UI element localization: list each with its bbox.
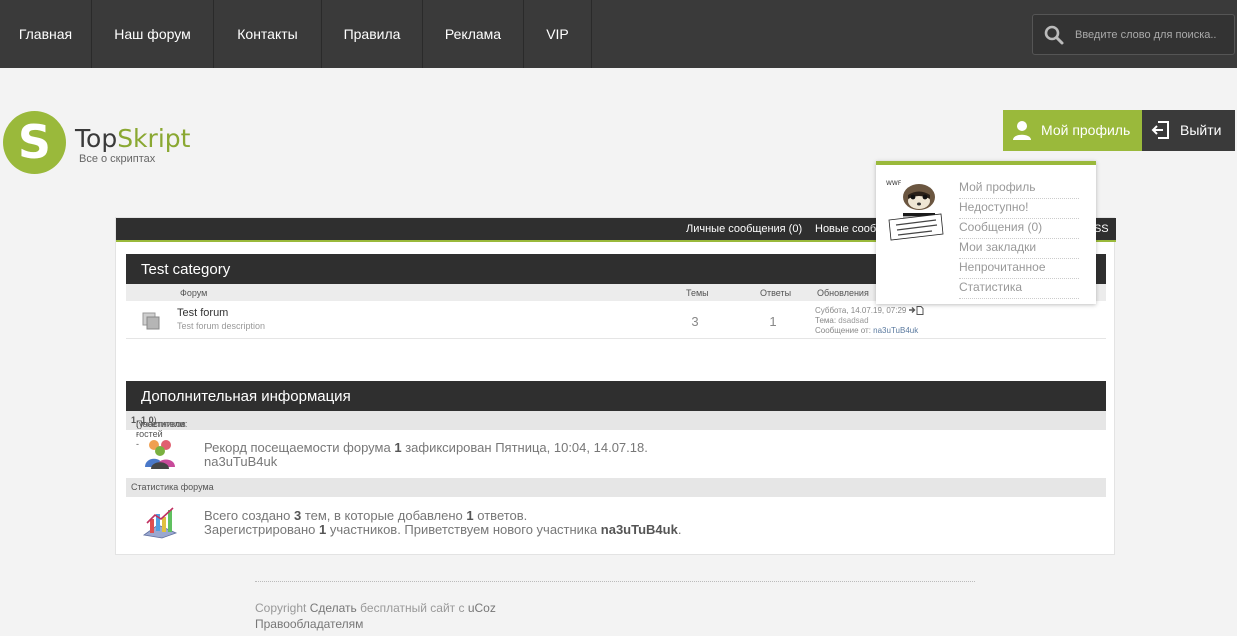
forum-topics-count: 3 (691, 314, 699, 329)
dropdown-unavailable[interactable]: Недоступно! (959, 199, 1079, 219)
last-topic-label: Тема: (815, 316, 837, 325)
info-title: Дополнительная информация (141, 388, 351, 405)
footer-rights: Правообладателям (255, 617, 363, 631)
logo-icon[interactable]: S (3, 111, 66, 174)
info-header: Дополнительная информация (126, 381, 1106, 411)
column-topics: Темы (686, 288, 709, 298)
last-topic-link[interactable]: dsadsad (838, 316, 868, 325)
column-forum: Форум (180, 288, 208, 298)
search-box (1032, 14, 1235, 55)
footer-copyright: Copyright Сделать бесплатный сайт с uCoz (255, 601, 496, 615)
logout-button[interactable]: Выйти (1142, 110, 1235, 151)
forum-name-link[interactable]: Test forum (177, 307, 228, 319)
dropdown-unread[interactable]: Непрочитанное (959, 259, 1079, 279)
nav-item-rules[interactable]: Правила (322, 0, 423, 68)
my-profile-button[interactable]: Мой профиль (1003, 110, 1142, 151)
forum-description: Test forum description (177, 321, 266, 331)
forum-last-post: Суббота, 14.07.19, 07:29 Тема: dsadsad С… (815, 306, 925, 336)
nav-item-vip[interactable]: VIP (524, 0, 592, 68)
site-subtitle: Все о скриптах (79, 153, 156, 165)
logout-label: Выйти (1180, 122, 1222, 138)
make-site-link[interactable]: Сделать (310, 601, 357, 615)
site-title-skript: Skript (117, 124, 191, 153)
dropdown-messages[interactable]: Сообщения (0) (959, 219, 1079, 239)
my-profile-label: Мой профиль (1041, 122, 1131, 138)
stats-text: Всего создано 3 тем, в которые добавлено… (204, 508, 682, 537)
category-title: Test category (141, 261, 231, 278)
record-user[interactable]: na3uTuB4uk (204, 454, 277, 469)
stats-bar: Статистика форума (126, 478, 1106, 497)
top-navigation: Главная Наш форум Контакты Правила Рекла… (0, 0, 1237, 68)
forum-replies-count: 1 (769, 314, 777, 329)
profile-dropdown: WWF Мой профиль Недоступно! Сообщения (0… (876, 161, 1096, 304)
forum-folder-icon (142, 312, 160, 330)
users-group-icon (145, 440, 175, 469)
last-author-link[interactable]: na3uTuB4uk (873, 326, 918, 335)
nav-item-contacts[interactable]: Контакты (214, 0, 322, 68)
column-replies: Ответы (760, 288, 792, 298)
forum-row: Test forum Test forum description 3 1 Су… (126, 304, 1106, 339)
go-to-last-post-icon[interactable] (908, 306, 925, 316)
logout-icon (1151, 121, 1169, 139)
record-text: Рекорд посещаемости форума 1 зафиксирова… (204, 440, 648, 469)
ucoz-link[interactable]: uCoz (468, 601, 496, 615)
footer-divider (255, 581, 975, 582)
newest-member-link[interactable]: na3uTuB4uk (601, 522, 678, 537)
nav-item-home[interactable]: Главная (0, 0, 92, 68)
dropdown-my-profile[interactable]: Мой профиль (959, 179, 1079, 199)
stats-label: Статистика форума (131, 482, 214, 492)
stats-chart-icon (142, 507, 178, 539)
nav-item-forum[interactable]: Наш форум (92, 0, 214, 68)
dropdown-statistics[interactable]: Статистика (959, 279, 1079, 299)
search-input[interactable] (1075, 25, 1225, 45)
user-icon (1013, 121, 1031, 140)
nav-item-ads[interactable]: Реклама (423, 0, 524, 68)
last-post-date: Суббота, 14.07.19, 07:29 (815, 306, 907, 315)
visitors-bar: Посетители: 1 (участников - 1, гостей - … (126, 411, 1106, 449)
search-icon[interactable] (1043, 24, 1065, 46)
private-messages-link[interactable]: Личные сообщения (0) (686, 223, 802, 235)
logo-letter: S (17, 115, 52, 169)
user-avatar[interactable]: WWF (884, 175, 949, 245)
visitors-text: Посетители: 1 (участников - 1, гостей - … (131, 415, 188, 449)
column-updates: Обновления (817, 288, 869, 298)
dropdown-bookmarks[interactable]: Мои закладки (959, 239, 1079, 259)
site-title-top: Top (75, 124, 118, 153)
rights-holders-link[interactable]: Правообладателям (255, 617, 363, 631)
site-title[interactable]: TopSkript (75, 124, 190, 153)
svg-text:WWF: WWF (886, 180, 902, 187)
last-author-label: Сообщение от: (815, 326, 871, 335)
